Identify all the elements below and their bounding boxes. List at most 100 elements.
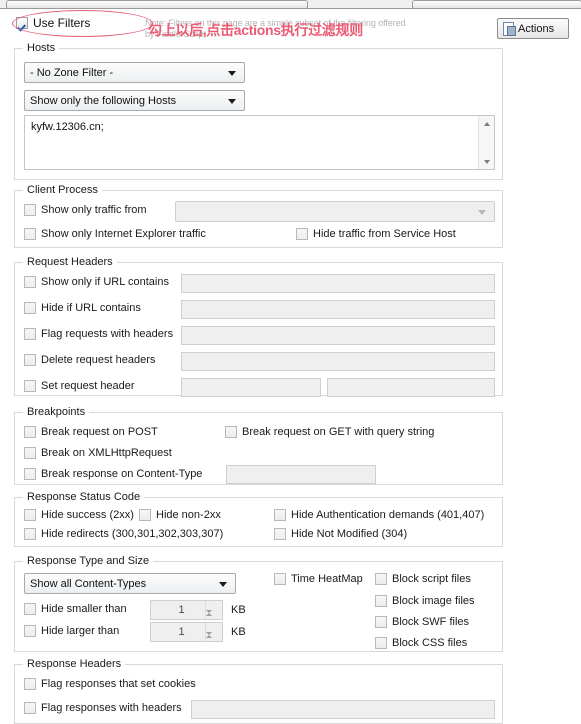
stepper-buttons[interactable] (205, 623, 221, 641)
flag-responses-with-headers-row[interactable]: Flag responses with headers (24, 702, 182, 714)
hosts-textarea[interactable]: kyfw.12306.cn; (24, 115, 495, 170)
break-response-on-content-type-row[interactable]: Break response on Content-Type (24, 468, 202, 480)
block-image-files-label: Block image files (392, 595, 475, 607)
tab-right-partial[interactable] (412, 0, 581, 8)
break-request-on-get-row[interactable]: Break request on GET with query string (225, 426, 434, 438)
hide-smaller-than-unit: KB (231, 604, 246, 616)
checkbox-icon[interactable] (24, 702, 36, 714)
checkbox-icon[interactable] (274, 528, 286, 540)
stepper-buttons[interactable] (205, 601, 221, 619)
checkbox-icon[interactable] (225, 426, 237, 438)
flag-responses-with-headers-input[interactable] (191, 700, 495, 719)
delete-request-headers-input[interactable] (181, 352, 495, 371)
hide-larger-than-stepper[interactable]: 1 (150, 622, 223, 642)
checkbox-icon[interactable] (24, 380, 36, 392)
use-filters-checkbox[interactable]: Use Filters (16, 16, 90, 30)
checkbox-icon[interactable] (24, 328, 36, 340)
checkbox-icon[interactable] (24, 302, 36, 314)
hide-not-modified-row[interactable]: Hide Not Modified (304) (274, 528, 407, 540)
hide-redirects-row[interactable]: Hide redirects (300,301,302,303,307) (24, 528, 223, 540)
block-image-files-row[interactable]: Block image files (375, 595, 475, 607)
hide-service-host-row[interactable]: Hide traffic from Service Host (296, 228, 456, 240)
delete-request-headers-row[interactable]: Delete request headers (24, 354, 155, 366)
time-heatmap-row[interactable]: Time HeatMap (274, 573, 363, 585)
hide-non-2xx-row[interactable]: Hide non-2xx (139, 509, 221, 521)
breakpoints-group: Breakpoints Break request on POST Break … (14, 406, 503, 485)
hide-non-2xx-label: Hide non-2xx (156, 509, 221, 521)
show-only-url-contains-row[interactable]: Show only if URL contains (24, 276, 169, 288)
hide-authentication-demands-label: Hide Authentication demands (401,407) (291, 509, 485, 521)
hide-larger-than-label: Hide larger than (41, 625, 120, 637)
checkbox-icon[interactable] (24, 447, 36, 459)
block-css-files-row[interactable]: Block CSS files (375, 637, 467, 649)
block-swf-files-row[interactable]: Block SWF files (375, 616, 469, 628)
response-headers-group-title: Response Headers (23, 658, 126, 670)
checkbox-icon[interactable] (296, 228, 308, 240)
checkbox-icon[interactable] (139, 509, 151, 521)
block-swf-files-label: Block SWF files (392, 616, 470, 628)
hide-success-label: Hide success (2xx) (41, 509, 134, 521)
stepper-down-icon[interactable] (206, 635, 221, 647)
block-script-files-row[interactable]: Block script files (375, 573, 471, 585)
host-filter-combo[interactable]: Show only the following Hosts (24, 90, 245, 111)
flag-responses-set-cookies-row[interactable]: Flag responses that set cookies (24, 678, 196, 690)
block-script-files-label: Block script files (392, 573, 471, 585)
hide-larger-than-row[interactable]: Hide larger than (24, 625, 119, 637)
scroll-up-icon[interactable] (479, 116, 494, 131)
response-type-size-group-title: Response Type and Size (23, 555, 154, 567)
checkbox-icon[interactable] (24, 625, 36, 637)
checkbox-icon[interactable] (274, 573, 286, 585)
set-request-header-name-input[interactable] (181, 378, 321, 397)
scroll-down-icon[interactable] (479, 154, 494, 169)
response-headers-group: Response Headers Flag responses that set… (14, 658, 503, 724)
set-request-header-row[interactable]: Set request header (24, 380, 135, 392)
checkbox-icon[interactable] (24, 354, 36, 366)
checkbox-icon[interactable] (375, 616, 387, 628)
actions-button-label: Actions (518, 22, 555, 35)
checkbox-icon[interactable] (24, 603, 36, 615)
set-request-header-value-input[interactable] (327, 378, 495, 397)
show-only-traffic-from-row[interactable]: Show only traffic from (24, 204, 147, 216)
checkbox-icon[interactable] (16, 17, 28, 29)
tab-left-partial[interactable] (6, 0, 308, 8)
break-response-content-type-input[interactable] (226, 465, 376, 484)
checkbox-icon[interactable] (24, 276, 36, 288)
checkbox-icon[interactable] (375, 595, 387, 607)
hide-smaller-than-row[interactable]: Hide smaller than (24, 603, 127, 615)
content-type-combo[interactable]: Show all Content-Types (24, 573, 236, 594)
show-only-ie-traffic-row[interactable]: Show only Internet Explorer traffic (24, 228, 206, 240)
checkbox-icon[interactable] (375, 573, 387, 585)
flag-requests-with-headers-row[interactable]: Flag requests with headers (24, 328, 173, 340)
hide-not-modified-label: Hide Not Modified (304) (291, 528, 408, 540)
zone-filter-combo[interactable]: - No Zone Filter - (24, 62, 245, 83)
show-only-url-contains-input[interactable] (181, 274, 495, 293)
checkbox-icon[interactable] (274, 509, 286, 521)
break-request-on-post-row[interactable]: Break request on POST (24, 426, 158, 438)
flag-responses-set-cookies-label: Flag responses that set cookies (41, 678, 196, 690)
hide-smaller-than-stepper[interactable]: 1 (150, 600, 223, 620)
checkbox-icon[interactable] (375, 637, 387, 649)
checkbox-icon[interactable] (24, 528, 36, 540)
client-process-group: Client Process Show only traffic from Sh… (14, 184, 503, 248)
checkbox-icon[interactable] (24, 228, 36, 240)
hide-success-row[interactable]: Hide success (2xx) (24, 509, 134, 521)
hosts-scrollbar[interactable] (478, 116, 494, 169)
block-css-files-label: Block CSS files (392, 637, 468, 649)
hide-authentication-demands-row[interactable]: Hide Authentication demands (401,407) (274, 509, 484, 521)
break-on-xmlhttprequest-row[interactable]: Break on XMLHttpRequest (24, 447, 172, 459)
time-heatmap-label: Time HeatMap (291, 573, 363, 585)
actions-button[interactable]: Actions (497, 18, 569, 39)
tab-strip (0, 0, 581, 9)
hide-url-contains-row[interactable]: Hide if URL contains (24, 302, 141, 314)
zone-filter-value: - No Zone Filter - (30, 66, 114, 79)
checkbox-icon[interactable] (24, 678, 36, 690)
chevron-down-icon (219, 581, 227, 587)
hide-url-contains-input[interactable] (181, 300, 495, 319)
flag-requests-with-headers-input[interactable] (181, 326, 495, 345)
process-combo[interactable] (175, 201, 495, 222)
break-on-xmlhttprequest-label: Break on XMLHttpRequest (41, 447, 172, 459)
checkbox-icon[interactable] (24, 426, 36, 438)
checkbox-icon[interactable] (24, 509, 36, 521)
checkbox-icon[interactable] (24, 468, 36, 480)
checkbox-icon[interactable] (24, 204, 36, 216)
